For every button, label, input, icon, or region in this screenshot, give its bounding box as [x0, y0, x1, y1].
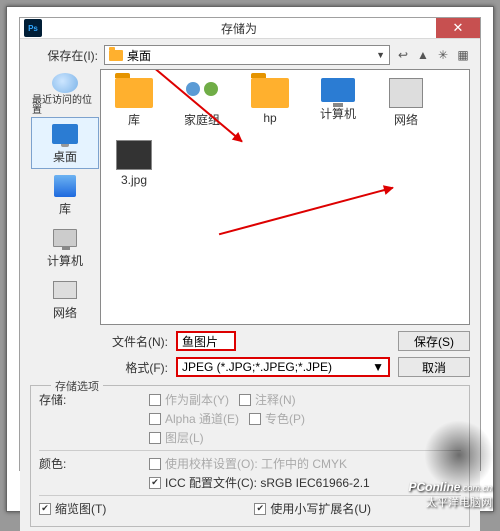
recent-icon	[52, 73, 78, 93]
app-icon: Ps	[24, 19, 42, 37]
format-combo[interactable]: JPEG (*.JPG;*.JPEG;*.JPE) ▼	[176, 357, 390, 377]
back-icon[interactable]: ↩	[396, 48, 410, 62]
spot-checkbox: 专色(P)	[249, 410, 305, 427]
layers-checkbox: 图层(L)	[149, 429, 204, 446]
view-menu-icon[interactable]: ▦	[456, 48, 470, 62]
file-item[interactable]: 计算机	[313, 78, 363, 128]
file-list-pane[interactable]: 库 家庭组 hp 计算机 网络 3.jpg	[100, 69, 470, 325]
chevron-down-icon: ▼	[376, 50, 385, 60]
place-library[interactable]: 库	[31, 169, 99, 221]
close-button[interactable]: ✕	[436, 18, 480, 38]
place-computer[interactable]: 计算机	[31, 221, 99, 273]
save-options-group: 存储选项 存储: 作为副本(Y) 注释(N) Alpha 通道(E) 专色(P)…	[30, 385, 470, 527]
file-item[interactable]: 库	[109, 78, 159, 128]
format-label: 格式(F):	[100, 359, 168, 376]
filename-label: 文件名(N):	[100, 333, 168, 350]
up-icon[interactable]: ▲	[416, 48, 430, 62]
save-in-value: 桌面	[127, 47, 151, 64]
save-in-combo[interactable]: 桌面 ▼	[104, 45, 390, 65]
save-in-label: 保存在(I):	[30, 47, 98, 64]
color-sublabel: 颜色:	[39, 455, 69, 472]
icc-checkbox[interactable]: ✔ICC 配置文件(C): sRGB IEC61966-2.1	[149, 474, 370, 491]
as-copy-checkbox: 作为副本(Y)	[149, 391, 229, 408]
titlebar: Ps 存储为 ✕	[20, 18, 480, 39]
filename-input[interactable]: 鱼图片	[176, 331, 236, 351]
place-desktop[interactable]: 桌面	[31, 117, 99, 169]
file-item[interactable]: 家庭组	[177, 78, 227, 128]
chevron-down-icon: ▼	[372, 360, 384, 374]
thumbnail-checkbox[interactable]: ✔缩览图(T)	[39, 500, 106, 517]
save-as-dialog: Ps 存储为 ✕ 保存在(I): 桌面 ▼ ↩ ▲ ✳ ▦ 最近访问的位置	[19, 17, 481, 471]
folder-icon	[109, 50, 123, 61]
file-item[interactable]: 网络	[381, 78, 431, 128]
place-recent[interactable]: 最近访问的位置	[31, 71, 99, 117]
file-item[interactable]: hp	[245, 78, 295, 128]
computer-icon	[53, 229, 77, 247]
image-thumb-icon	[116, 140, 152, 170]
cancel-button[interactable]: 取消	[398, 357, 470, 377]
folder-icon	[251, 78, 289, 108]
homegroup-icon	[184, 78, 220, 108]
places-bar: 最近访问的位置 桌面 库 计算机 网络	[30, 69, 100, 325]
alpha-checkbox: Alpha 通道(E)	[149, 410, 239, 427]
monitor-icon	[321, 78, 355, 102]
lowercase-ext-checkbox[interactable]: ✔使用小写扩展名(U)	[254, 500, 371, 517]
file-item[interactable]: 3.jpg	[109, 140, 159, 187]
network-icon	[53, 281, 77, 299]
window-title: 存储为	[42, 20, 436, 37]
desktop-icon	[52, 124, 78, 144]
save-button[interactable]: 保存(S)	[398, 331, 470, 351]
new-folder-icon[interactable]: ✳	[436, 48, 450, 62]
save-in-row: 保存在(I): 桌面 ▼ ↩ ▲ ✳ ▦	[30, 45, 470, 65]
place-network[interactable]: 网络	[31, 273, 99, 325]
toolbar-icons: ↩ ▲ ✳ ▦	[396, 48, 470, 62]
proof-checkbox: 使用校样设置(O): 工作中的 CMYK	[149, 455, 347, 472]
options-legend: 存储选项	[51, 378, 103, 394]
folder-icon	[115, 78, 153, 108]
library-icon	[54, 175, 76, 197]
annotations-checkbox: 注释(N)	[239, 391, 296, 408]
network-drive-icon	[389, 78, 423, 108]
photo-frame: Ps 存储为 ✕ 保存在(I): 桌面 ▼ ↩ ▲ ✳ ▦ 最近访问的位置	[6, 6, 494, 512]
